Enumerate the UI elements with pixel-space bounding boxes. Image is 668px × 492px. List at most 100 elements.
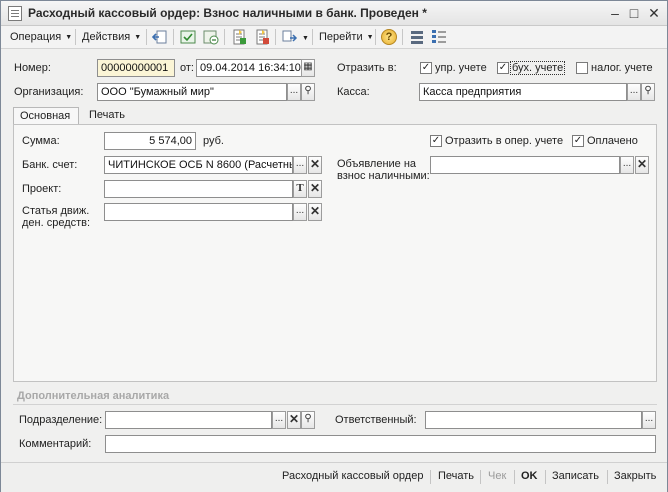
dropdown-arrow-icon: ▼ — [302, 35, 309, 42]
clear-icon[interactable]: ✕ — [287, 411, 301, 429]
select-ellipsis-icon[interactable]: ... — [642, 411, 656, 429]
list-settings-icon[interactable] — [431, 29, 447, 45]
organization-field[interactable]: ООО "Бумажный мир" — [97, 83, 287, 101]
section-title-extra: Дополнительная аналитика — [17, 390, 170, 402]
cashflow-label-line2: ден. средств: — [22, 217, 91, 229]
ad-label-line1: Объявление на — [337, 158, 417, 170]
toolbar-divider — [75, 29, 76, 45]
paid-checkbox[interactable]: ✓ — [572, 135, 584, 147]
minimize-button[interactable]: – — [607, 5, 623, 21]
kassa-field[interactable]: Касса предприятия — [419, 83, 627, 101]
title-bar: Расходный кассовый ордер: Взнос наличным… — [1, 1, 667, 26]
operation-menu-label: Операция — [10, 31, 62, 43]
reflect-upr-checkbox[interactable]: ✓ — [420, 62, 432, 74]
paid-label: Оплачено — [587, 135, 638, 147]
select-ellipsis-icon[interactable]: ... — [620, 156, 634, 174]
maximize-button[interactable]: □ — [626, 5, 642, 21]
document-icon — [8, 6, 22, 21]
footer-divider — [545, 470, 546, 484]
reflect-oper-checkbox[interactable]: ✓ — [430, 135, 442, 147]
organization-label: Организация: — [14, 86, 84, 98]
responsible-label: Ответственный: — [335, 414, 417, 426]
toolbar-divider — [173, 29, 174, 45]
toolbar-divider — [275, 29, 276, 45]
reflect-upr-label: упр. учете — [435, 62, 487, 74]
search-icon[interactable]: ⚲ — [301, 83, 315, 101]
select-ellipsis-icon[interactable]: ... — [272, 411, 286, 429]
footer-divider — [514, 470, 515, 484]
close-window-button[interactable]: ✕ — [646, 5, 662, 21]
bank-account-label: Банк. счет: — [22, 159, 78, 171]
toolbar-divider — [312, 29, 313, 45]
bottom-command-bar: Расходный кассовый ордер Печать Чек OK З… — [1, 462, 667, 492]
bank-account-field[interactable]: ЧИТИНСКОЕ ОСБ N 8600 (Расчетный) — [104, 156, 293, 174]
toolbar-divider — [146, 29, 147, 45]
division-field[interactable] — [105, 411, 272, 429]
project-label: Проект: — [22, 183, 62, 195]
select-ellipsis-icon[interactable]: ... — [627, 83, 641, 101]
ok-button[interactable]: OK — [521, 470, 538, 482]
check-button[interactable]: Чек — [488, 470, 506, 482]
comment-field[interactable] — [105, 435, 656, 453]
dropdown-arrow-icon: ▼ — [134, 34, 142, 41]
document-green-icon[interactable] — [231, 29, 247, 45]
form-settings-icon[interactable] — [409, 29, 425, 45]
sum-field[interactable]: 5 574,00 — [104, 132, 196, 150]
text-type-icon[interactable]: T — [293, 180, 307, 198]
project-field[interactable] — [104, 180, 293, 198]
responsible-field[interactable] — [425, 411, 642, 429]
search-icon[interactable]: ⚲ — [641, 83, 655, 101]
clear-icon[interactable]: ✕ — [308, 180, 322, 198]
goto-menu[interactable]: Перейти ▼ — [319, 29, 374, 45]
dropdown-arrow-icon: ▼ — [65, 34, 73, 41]
select-ellipsis-icon[interactable]: ... — [293, 156, 307, 174]
structure-menu[interactable]: ▼ — [282, 29, 309, 45]
structure-icon — [282, 30, 298, 42]
toolbar-divider — [375, 29, 376, 45]
toolbar-divider — [402, 29, 403, 45]
operation-menu[interactable]: Операция ▼ — [10, 29, 72, 45]
select-ellipsis-icon[interactable]: ... — [293, 203, 307, 221]
division-label: Подразделение: — [19, 414, 103, 426]
actions-menu-label: Действия — [82, 31, 131, 43]
post-document-icon[interactable] — [180, 29, 196, 45]
reflect-buh-label: бух. учете — [510, 61, 566, 75]
document-red-icon[interactable] — [254, 29, 270, 45]
print-order-button[interactable]: Расходный кассовый ордер — [282, 470, 423, 482]
window-title: Расходный кассовый ордер: Взнос наличным… — [28, 6, 427, 20]
currency-label: руб. — [203, 135, 224, 147]
goto-menu-label: Перейти — [319, 31, 363, 43]
clear-icon[interactable]: ✕ — [308, 156, 322, 174]
reflect-label: Отразить в: — [337, 62, 397, 74]
reflect-buh-checkbox[interactable]: ✓ — [497, 62, 509, 74]
reflect-nalog-checkbox[interactable] — [576, 62, 588, 74]
reflect-oper-label: Отразить в опер. учете — [445, 135, 564, 147]
comment-label: Комментарий: — [19, 438, 92, 450]
move-to-list-icon[interactable] — [152, 29, 168, 45]
search-icon[interactable]: ⚲ — [301, 411, 315, 429]
date-field[interactable]: 09.04.2014 16:34:10 — [196, 59, 302, 77]
calendar-icon[interactable]: ▦ — [301, 59, 315, 77]
footer-divider — [430, 470, 431, 484]
close-button[interactable]: Закрыть — [614, 470, 656, 482]
clear-icon[interactable]: ✕ — [635, 156, 649, 174]
toolbar: Операция ▼ Действия ▼ ▼ Перейти ▼ ? — [1, 26, 667, 49]
select-ellipsis-icon[interactable]: ... — [287, 83, 301, 101]
section-divider — [13, 404, 657, 405]
help-icon[interactable]: ? — [381, 29, 397, 45]
date-label: от: — [180, 62, 194, 74]
number-field[interactable]: 00000000001 — [97, 59, 175, 77]
print-button[interactable]: Печать — [438, 470, 474, 482]
kassa-label: Касса: — [337, 86, 370, 98]
unpost-document-icon[interactable] — [203, 29, 219, 45]
save-button[interactable]: Записать — [552, 470, 599, 482]
ad-field[interactable] — [430, 156, 620, 174]
tab-print[interactable]: Печать — [83, 107, 133, 124]
ad-label-line2: взнос наличными: — [337, 170, 430, 182]
number-label: Номер: — [14, 62, 51, 74]
tab-main[interactable]: Основная — [13, 107, 79, 124]
cashflow-field[interactable] — [104, 203, 293, 221]
clear-icon[interactable]: ✕ — [308, 203, 322, 221]
cashflow-label-line1: Статья движ. — [22, 205, 90, 217]
actions-menu[interactable]: Действия ▼ — [82, 29, 141, 45]
